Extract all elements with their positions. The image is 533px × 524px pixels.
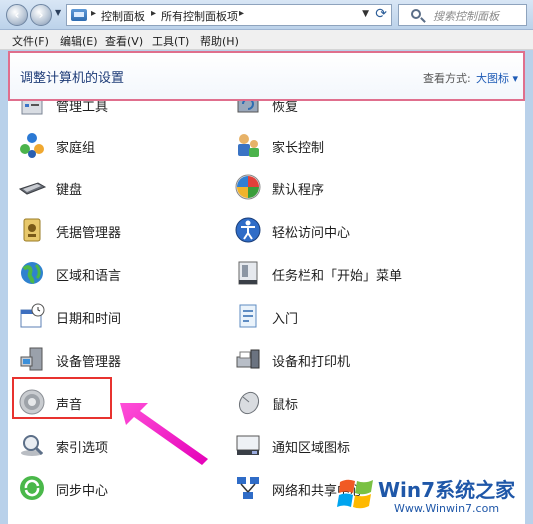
item-devices-printers[interactable]: 设备和打印机 [224,341,444,377]
item-credential-manager[interactable]: 凭据管理器 [8,212,228,248]
item-recovery[interactable]: 恢复 [224,101,444,122]
search-input[interactable]: 搜索控制面板 [398,4,527,26]
notification-area-icon [236,435,260,455]
pointer-arrow-icon [120,403,208,465]
item-parental-controls[interactable]: 家长控制 [224,127,444,163]
menu-file[interactable]: 文件(F) [12,33,49,49]
date-time-icon [20,303,45,328]
watermark-url: Www.Winwin7.com [394,502,500,515]
recovery-icon [237,101,259,113]
credential-manager-icon [23,218,41,242]
keyboard-icon [18,182,46,195]
network-sharing-icon [237,477,259,499]
item-mouse[interactable]: 鼠标 [224,384,444,420]
ease-of-access-icon [235,217,261,243]
highlight-box [12,377,112,419]
menu-bar: 文件(F) 编辑(E) 查看(V) 工具(T) 帮助(H) [0,30,533,50]
item-default-programs[interactable]: 默认程序 [224,169,444,205]
indexing-options-icon [21,435,44,456]
page-title: 调整计算机的设置 [20,71,125,86]
devices-printers-icon [236,349,260,369]
back-button[interactable]: ‹ [6,4,28,26]
windows-logo-icon [337,479,373,509]
item-notification-area[interactable]: 通知区域图标 [224,427,444,463]
item-date-time[interactable]: 日期和时间 [8,298,228,334]
view-by-label: 查看方式: [423,72,471,85]
breadcrumb-separator-icon[interactable]: ▸ [239,8,244,19]
breadcrumb-separator-icon[interactable]: ▸ [91,8,96,19]
item-taskbar-start-menu[interactable]: 任务栏和「开始」菜单 [224,255,524,291]
forward-button[interactable]: › [30,4,52,26]
refresh-icon[interactable]: ⟳ [375,6,387,22]
view-by-dropdown[interactable]: 大图标 ▾ [476,70,518,86]
default-programs-icon [235,174,261,200]
parental-controls-icon [238,134,259,157]
address-bar: ‹ › ▼ ▸ 控制面板 ▸ 所有控制面板项 ▸ ▼ ⟳ 搜索控制面板 [0,0,533,30]
item-admin-tools[interactable]: 管理工具 [8,101,228,122]
item-homegroup[interactable]: 家庭组 [8,127,228,163]
item-keyboard[interactable]: 键盘 [8,169,228,205]
mouse-icon [238,391,260,415]
menu-view[interactable]: 查看(V) [105,33,143,49]
breadcrumb-control-panel[interactable]: 控制面板 [101,8,145,24]
homegroup-icon [20,133,44,158]
breadcrumb-all-items[interactable]: 所有控制面板项 [161,8,238,24]
breadcrumb-separator-icon[interactable]: ▸ [151,8,156,19]
admin-tools-icon [21,101,43,115]
watermark-title: Win7系统之家 [378,478,516,502]
taskbar-start-menu-icon [238,261,258,285]
item-region-language[interactable]: 区域和语言 [8,255,228,291]
address-box[interactable]: ▸ 控制面板 ▸ 所有控制面板项 ▸ ▼ ⟳ [66,4,392,26]
item-getting-started[interactable]: 入门 [224,298,444,334]
control-panel-icon [71,9,87,21]
region-language-icon [21,262,43,284]
menu-edit[interactable]: 编辑(E) [60,33,98,49]
item-device-manager[interactable]: 设备管理器 [8,341,228,377]
address-dropdown-icon[interactable]: ▼ [362,9,369,19]
sync-center-icon [20,476,44,500]
watermark: Win7系统之家 Www.Winwin7.com [336,468,531,522]
device-manager-icon [20,347,43,371]
search-icon [411,9,421,19]
item-ease-of-access[interactable]: 轻松访问中心 [224,212,444,248]
getting-started-icon [239,304,257,328]
menu-tools[interactable]: 工具(T) [152,33,189,49]
recent-pages-dropdown[interactable]: ▼ [55,8,61,17]
menu-help[interactable]: 帮助(H) [200,33,239,49]
search-placeholder: 搜索控制面板 [433,10,499,23]
header-band: 调整计算机的设置 查看方式: 大图标 ▾ [8,51,525,101]
items-panel: 管理工具 家庭组 键盘 凭据管理器 区域和语言 日期和时间 设备管理器 声音 索… [8,101,525,524]
item-sync-center[interactable]: 同步中心 [8,470,228,506]
